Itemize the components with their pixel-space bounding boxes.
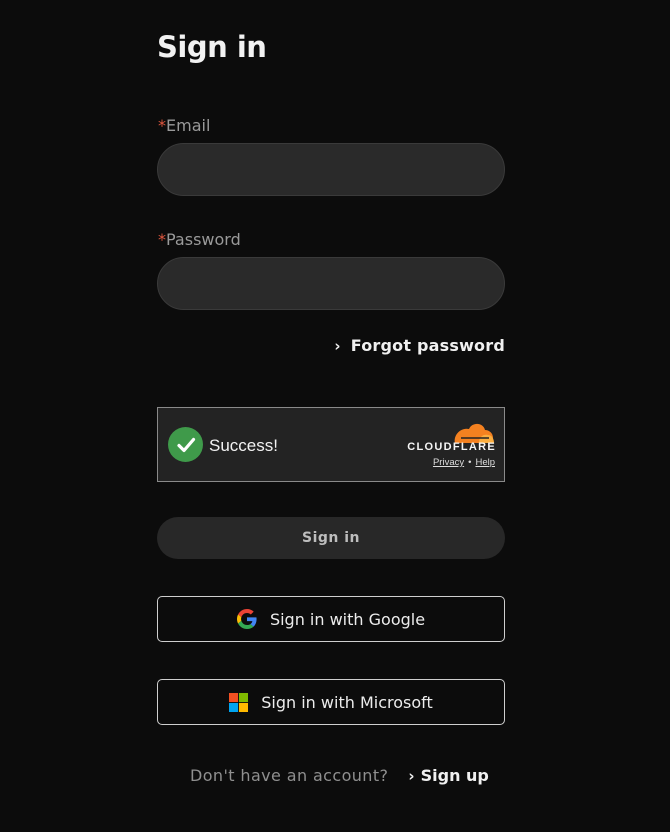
microsoft-icon	[229, 692, 249, 712]
sign-up-link[interactable]: › Sign up	[408, 766, 488, 785]
google-sign-in-label: Sign in with Google	[269, 609, 426, 629]
help-link[interactable]: Help	[475, 457, 495, 468]
email-label-text: Email	[166, 116, 211, 135]
forgot-password-label: Forgot password	[350, 336, 505, 355]
sign-in-button[interactable]: Sign in	[157, 517, 505, 559]
captcha-widget[interactable]: Success! CLOUDFLARE Privacy • Help	[157, 407, 505, 482]
captcha-links: Privacy • Help	[433, 457, 495, 468]
chevron-right-icon: ›	[334, 336, 341, 355]
required-marker: *	[158, 230, 166, 249]
google-sign-in-button[interactable]: Sign in with Google	[157, 596, 505, 642]
page-title: Sign in	[157, 30, 267, 64]
password-label-text: Password	[166, 230, 241, 249]
password-field[interactable]	[157, 257, 505, 310]
password-label: *Password	[158, 230, 241, 249]
privacy-link[interactable]: Privacy	[433, 457, 464, 468]
microsoft-sign-in-button[interactable]: Sign in with Microsoft	[157, 679, 505, 725]
sign-up-label: Sign up	[420, 766, 489, 785]
microsoft-sign-in-label: Sign in with Microsoft	[261, 692, 433, 712]
google-icon	[236, 609, 257, 629]
chevron-right-icon: ›	[408, 766, 415, 785]
email-label: *Email	[158, 116, 210, 135]
signup-row: Don't have an account? › Sign up	[190, 766, 489, 785]
captcha-status: Success!	[209, 436, 278, 455]
signup-prompt: Don't have an account?	[190, 766, 389, 785]
email-field[interactable]	[157, 143, 505, 196]
cloudflare-wordmark: CLOUDFLARE	[407, 441, 496, 453]
forgot-password-link[interactable]: › Forgot password	[334, 336, 505, 355]
required-marker: *	[158, 116, 166, 135]
link-separator: •	[468, 457, 472, 468]
check-circle-icon	[168, 427, 203, 462]
